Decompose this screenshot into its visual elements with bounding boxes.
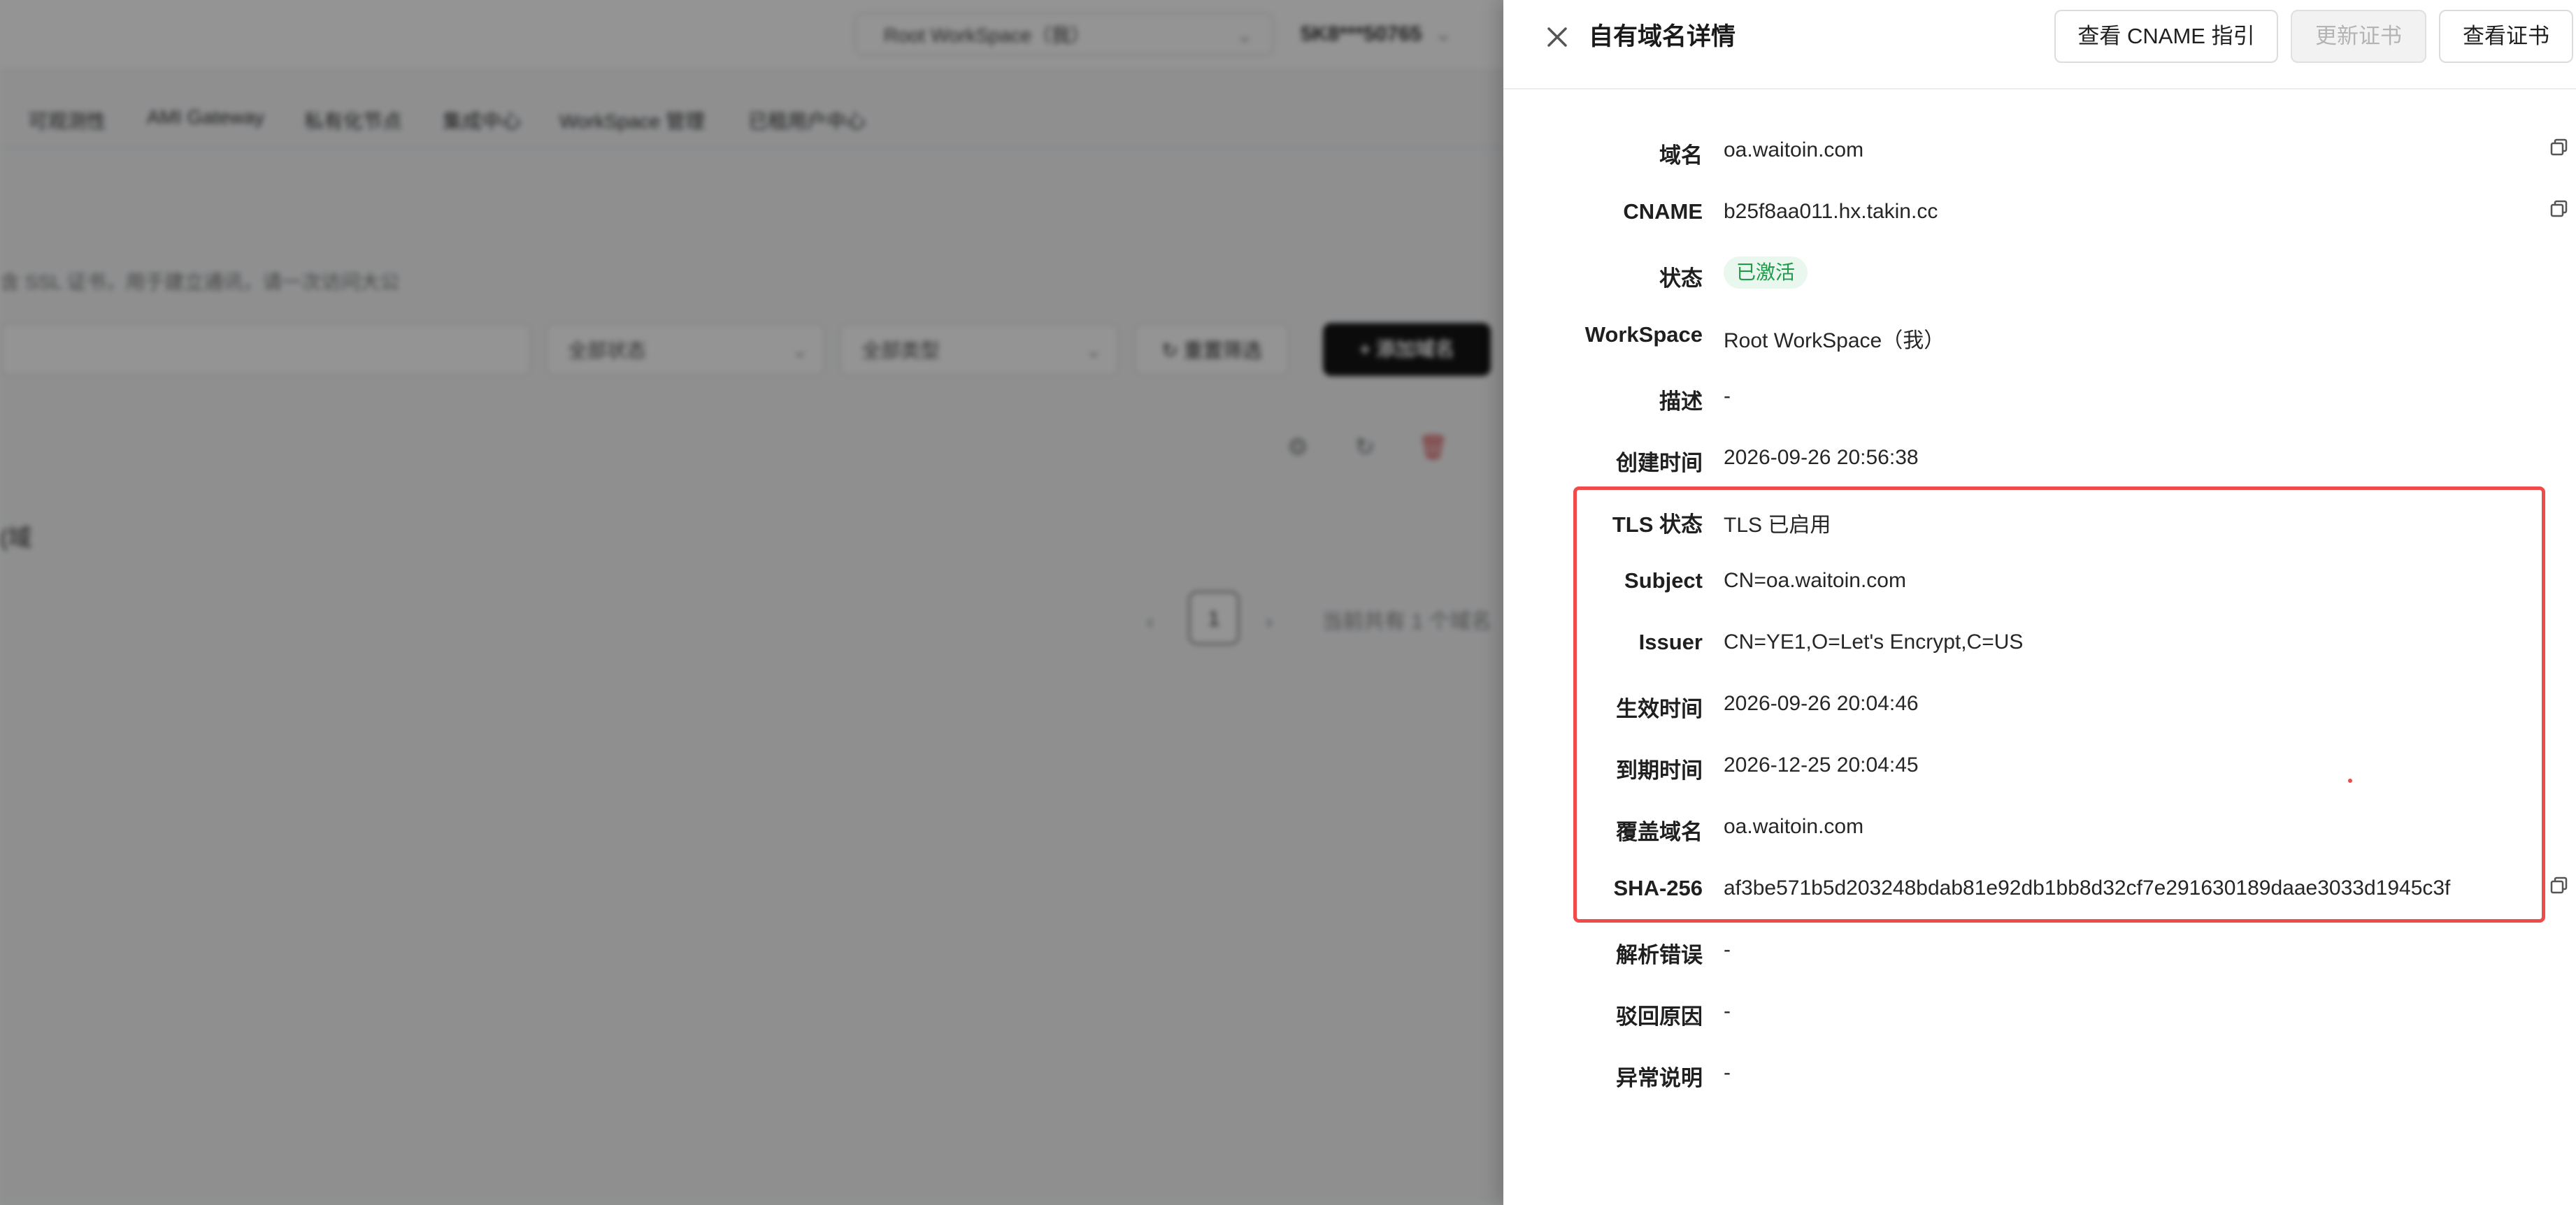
modal-overlay[interactable] bbox=[0, 0, 1503, 1205]
detail-value-reject-reason: - bbox=[1724, 1000, 1731, 1023]
annotation-dot bbox=[2348, 779, 2352, 783]
detail-label-created-at: 创建时间 bbox=[1616, 451, 1703, 475]
copy-icon[interactable] bbox=[2549, 199, 2570, 219]
detail-value-cname: b25f8aa011.hx.takin.cc bbox=[1724, 200, 1938, 223]
detail-label-reject-reason: 驳回原因 bbox=[1616, 1004, 1703, 1029]
tls-section-highlight bbox=[1573, 486, 2545, 923]
detail-value-exception-note: - bbox=[1724, 1061, 1731, 1084]
detail-label-expires-at: 到期时间 bbox=[1616, 758, 1703, 783]
detail-value-expires-at: 2026-12-25 20:04:45 bbox=[1724, 753, 1919, 777]
detail-label-subject: Subject bbox=[1624, 568, 1703, 593]
domain-detail-drawer: 自有域名详情 查看 CNAME 指引 更新证书 查看证书 域名 oa.waito… bbox=[1503, 0, 2576, 1205]
detail-label-issuer: Issuer bbox=[1638, 630, 1703, 654]
copy-icon[interactable] bbox=[2549, 137, 2570, 158]
detail-label-cname: CNAME bbox=[1623, 199, 1703, 224]
detail-label-exception-note: 异常说明 bbox=[1616, 1066, 1703, 1090]
detail-value-covered-domain: oa.waitoin.com bbox=[1724, 815, 1864, 838]
detail-value-domain: oa.waitoin.com bbox=[1724, 138, 1864, 161]
detail-value-tls-status: TLS 已启用 bbox=[1724, 514, 1831, 537]
detail-value-sha256: af3be571b5d203248bdab81e92db1bb8d32cf7e2… bbox=[1724, 876, 2451, 900]
detail-label-resolve-error: 解析错误 bbox=[1616, 943, 1703, 967]
detail-label-covered-domain: 覆盖域名 bbox=[1616, 820, 1703, 844]
detail-label-domain: 域名 bbox=[1659, 143, 1703, 168]
view-cert-button[interactable]: 查看证书 bbox=[2439, 10, 2573, 63]
close-icon bbox=[1547, 27, 1567, 47]
detail-value-status: 已激活 bbox=[1724, 257, 1808, 289]
detail-value-valid-from: 2026-09-26 20:04:46 bbox=[1724, 692, 1919, 715]
copy-icon[interactable] bbox=[2549, 875, 2570, 896]
detail-label-sha256: SHA-256 bbox=[1613, 876, 1703, 900]
detail-label-workspace: WorkSpace bbox=[1584, 322, 1703, 347]
drawer-header: 自有域名详情 查看 CNAME 指引 更新证书 查看证书 bbox=[1503, 0, 2576, 89]
detail-value-subject: CN=oa.waitoin.com bbox=[1724, 569, 1906, 592]
detail-label-status: 状态 bbox=[1659, 266, 1703, 291]
renew-cert-button[interactable]: 更新证书 bbox=[2291, 10, 2426, 63]
drawer-title: 自有域名详情 bbox=[1589, 23, 1736, 50]
detail-value-issuer: CN=YE1,O=Let's Encrypt,C=US bbox=[1724, 630, 2024, 654]
detail-label-tls-status: TLS 状态 bbox=[1612, 512, 1703, 537]
status-badge: 已激活 bbox=[1724, 257, 1808, 289]
view-cname-guide-button[interactable]: 查看 CNAME 指引 bbox=[2054, 10, 2278, 63]
detail-value-description: - bbox=[1724, 384, 1731, 407]
detail-value-resolve-error: - bbox=[1724, 938, 1731, 961]
detail-label-description: 描述 bbox=[1659, 389, 1703, 414]
close-button[interactable] bbox=[1540, 20, 1575, 55]
detail-label-valid-from: 生效时间 bbox=[1616, 697, 1703, 721]
detail-value-created-at: 2026-09-26 20:56:38 bbox=[1724, 446, 1919, 469]
detail-value-workspace: Root WorkSpace（我） bbox=[1724, 329, 1945, 352]
